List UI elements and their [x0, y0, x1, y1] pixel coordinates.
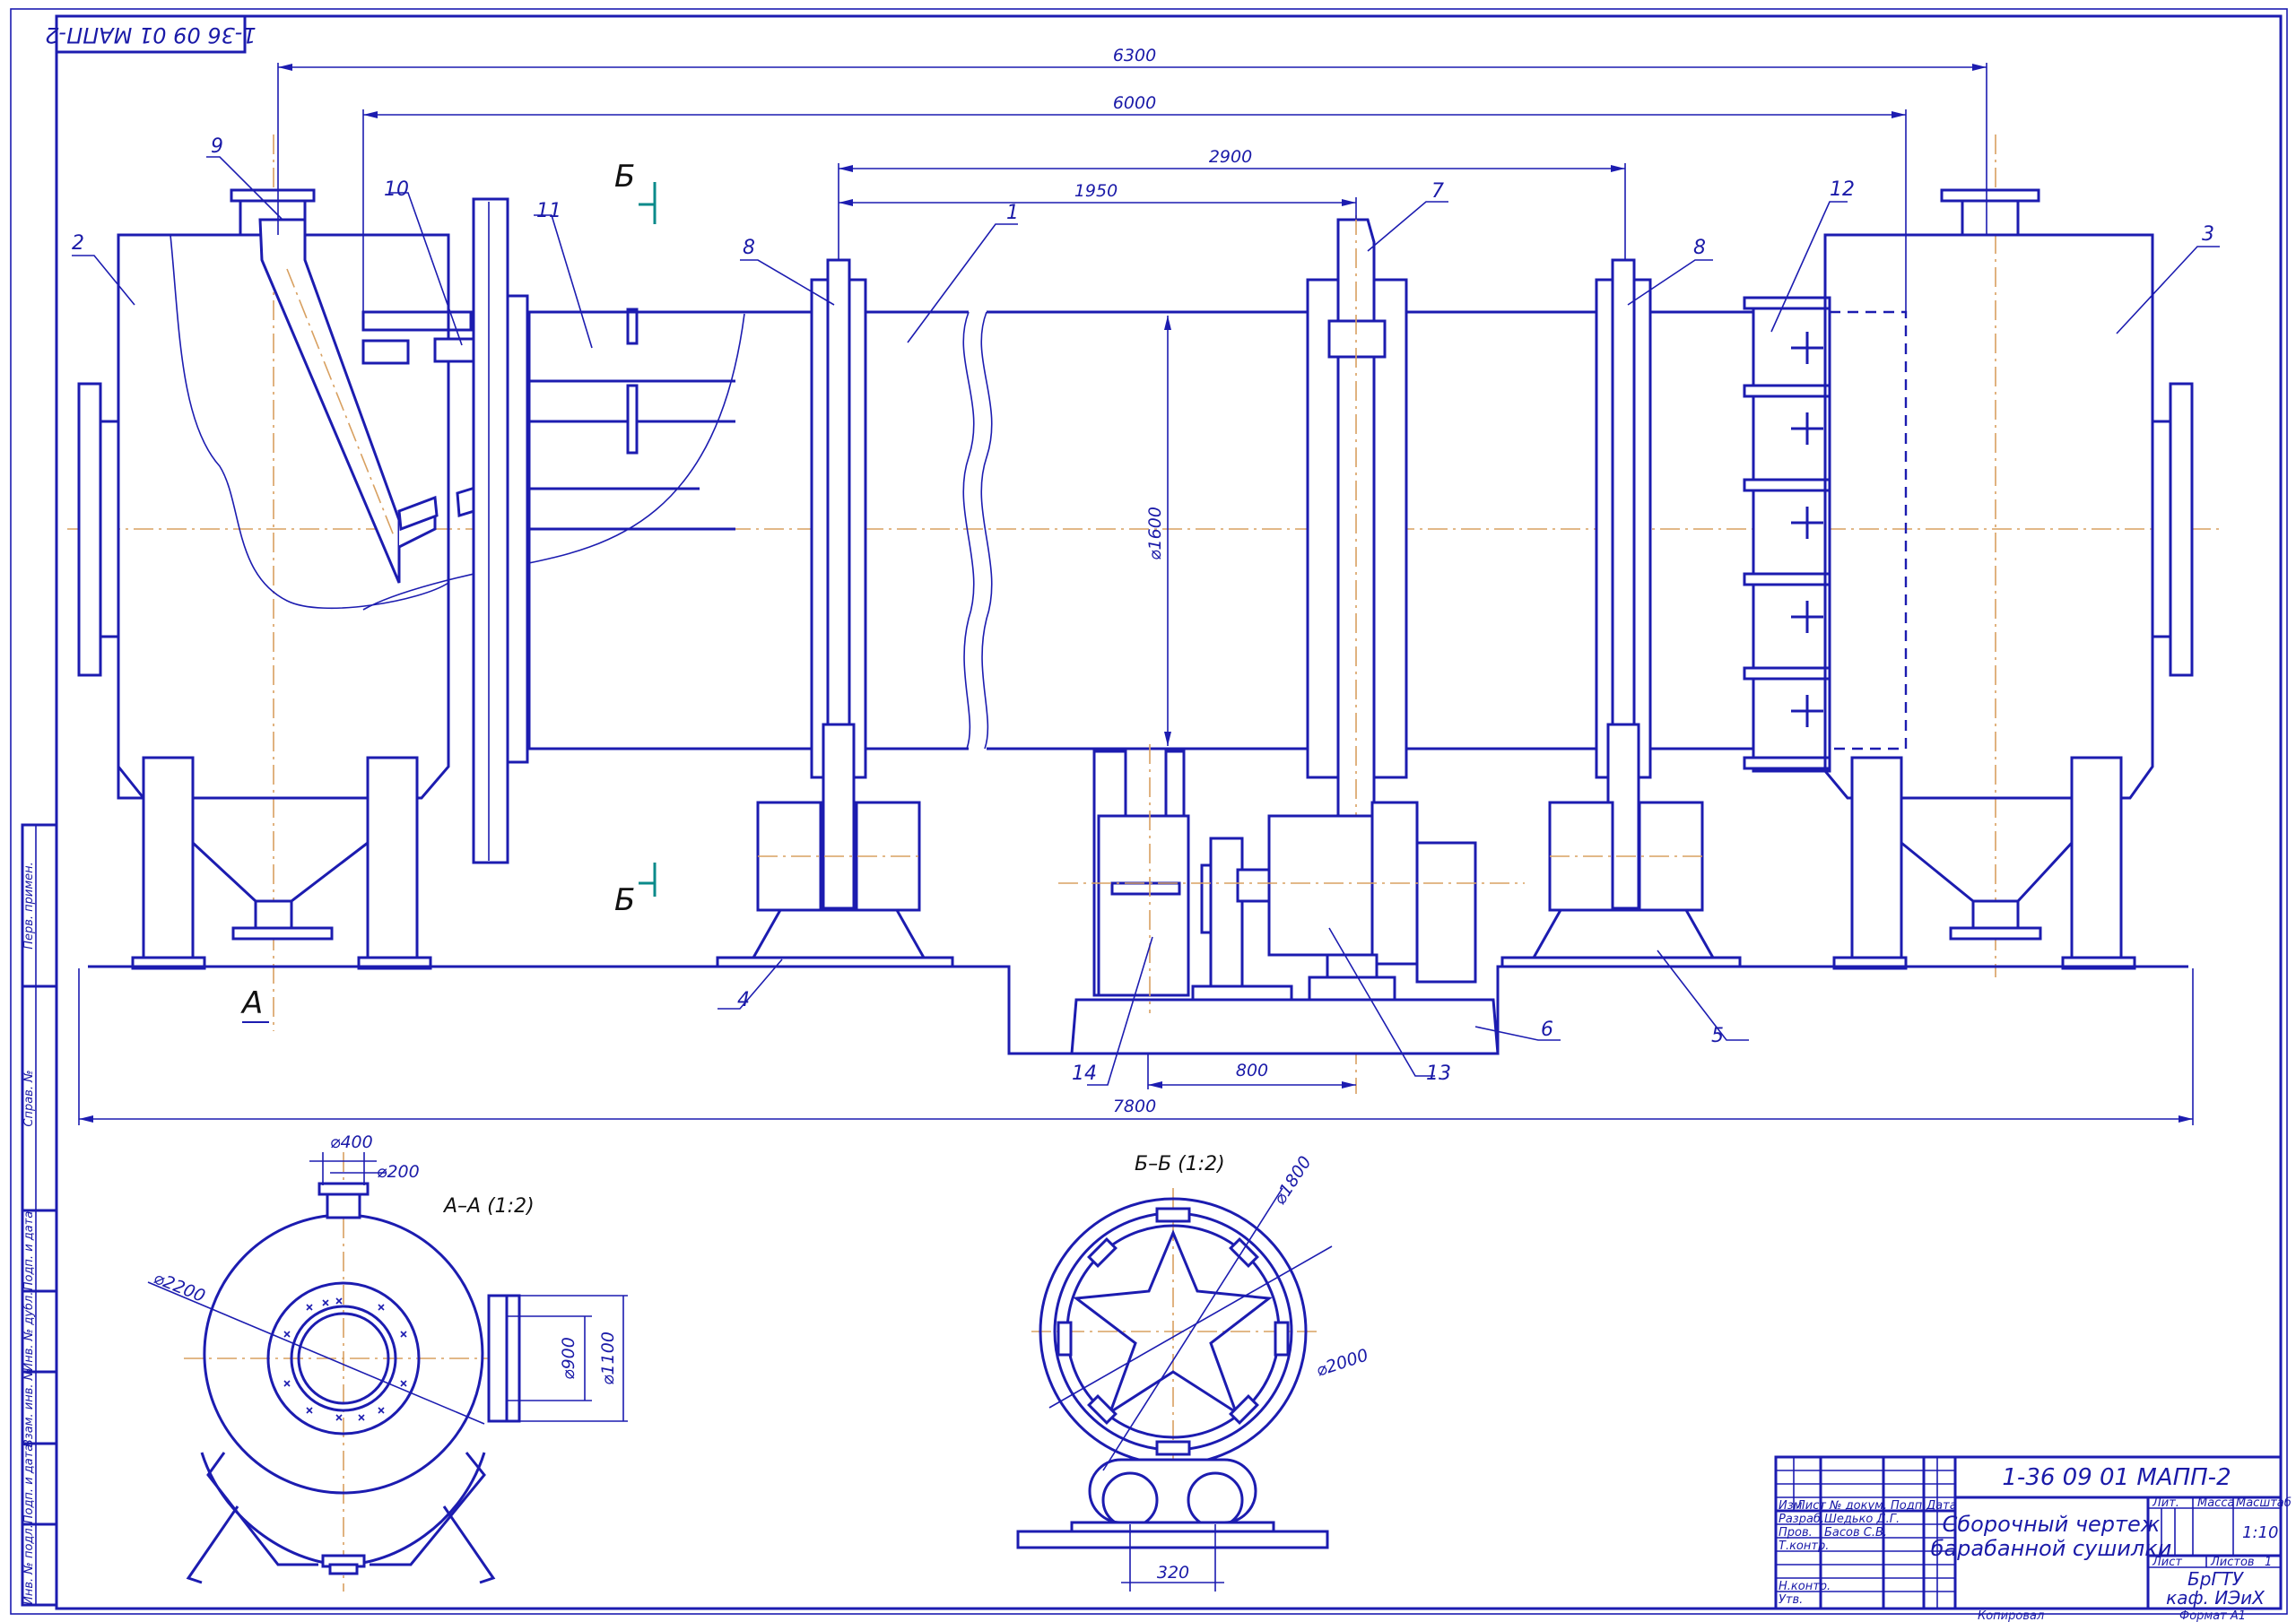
pos-8-left: 8 — [743, 237, 755, 259]
dim-2900: 2900 — [1209, 147, 1252, 167]
tb-prov: Пров. — [1779, 1526, 1813, 1540]
pos-9: 9 — [211, 135, 223, 158]
side-podp-data-1: Подп. и дата — [22, 1211, 36, 1291]
section-mark-a: А — [240, 985, 263, 1021]
side-inv-podl: Инв. № подл. — [22, 1524, 36, 1605]
discharge-chamber — [1743, 188, 2194, 970]
tb-tkontr: Т.контр. — [1779, 1540, 1829, 1553]
side-inv-dubl: Инв. № дубл. — [22, 1292, 36, 1372]
dim-6300: 6300 — [1113, 46, 1156, 65]
tb-listov-value: 1 — [2265, 1556, 2272, 1569]
pos-12: 12 — [1830, 178, 1855, 201]
top-stamp-designation: 1-36 09 01 МАПП-2 — [45, 22, 257, 48]
tb-nkontr: Н.контр. — [1779, 1580, 1831, 1593]
section-mark-b-bottom: Б — [614, 882, 635, 918]
pos-2: 2 — [72, 232, 84, 255]
tb-h-listov: Листов — [2210, 1556, 2255, 1569]
tb-designation: 1-36 09 01 МАПП-2 — [2002, 1464, 2231, 1491]
tb-razrab: Разраб. — [1779, 1513, 1824, 1526]
pos-5: 5 — [1711, 1025, 1724, 1047]
section-title-b-b: Б–Б (1:2) — [1135, 1153, 1225, 1175]
dim-d200: ⌀200 — [377, 1162, 420, 1182]
tb-kopiroval: Копировал — [1978, 1609, 2044, 1622]
pos-1: 1 — [1006, 202, 1019, 224]
loading-chamber — [77, 188, 450, 970]
top-stamp: 1-36 09 01 МАПП-2 — [45, 14, 257, 54]
dim-d2200: ⌀2200 — [151, 1268, 208, 1306]
assembly-drawing-sheet: 1-36 09 01 МАПП-2 Перв. примен. Справ. №… — [10, 8, 2292, 1622]
section-mark-b-top: Б — [614, 159, 635, 195]
side-strip: Перв. примен. Справ. № Подп. и дата Инв.… — [21, 823, 58, 1607]
dim-d1600: ⌀1600 — [1145, 507, 1165, 560]
tb-h-data: Дата — [1926, 1499, 1957, 1513]
tb-h-podp: Подп. — [1891, 1499, 1926, 1513]
pos-14: 14 — [1072, 1063, 1097, 1085]
tb-razrab-name: Шедько Д.Г. — [1824, 1513, 1900, 1526]
tb-org-line2: каф. ИЭиХ — [2166, 1587, 2266, 1609]
drum-flange — [472, 197, 529, 864]
dim-d1800: ⌀1800 — [1270, 1153, 1316, 1209]
pos-3: 3 — [2202, 223, 2214, 246]
pos-7: 7 — [1431, 180, 1444, 203]
dim-800: 800 — [1236, 1061, 1268, 1080]
tb-format: Формат А1 — [2179, 1609, 2246, 1622]
dim-d900: ⌀900 — [559, 1337, 578, 1380]
tb-prov-name: Басов С.В. — [1824, 1526, 1887, 1540]
dim-d2000: ⌀2000 — [1314, 1345, 1371, 1380]
side-vzam-inv: Взам. инв. № — [22, 1368, 36, 1447]
tb-title-line1: Сборочный чертеж — [1943, 1512, 2161, 1537]
dim-320: 320 — [1157, 1563, 1189, 1583]
section-a-a-view — [147, 1152, 628, 1592]
drive-unit — [1058, 744, 1525, 1055]
main-view: 6300 6000 2900 1950 ⌀1600 800 7800 1 2 3… — [67, 46, 2224, 1125]
pos-8-right: 8 — [1693, 237, 1706, 259]
dim-d400: ⌀400 — [330, 1132, 373, 1152]
tb-h-list: Лист — [1796, 1499, 1826, 1513]
pos-10: 10 — [384, 178, 409, 201]
dim-1950: 1950 — [1074, 181, 1118, 201]
dim-d1100: ⌀1100 — [598, 1331, 618, 1385]
tb-h-masshtab: Масштаб — [2236, 1496, 2292, 1510]
tb-masshtab-value: 1:10 — [2242, 1523, 2278, 1542]
pos-4: 4 — [737, 989, 750, 1011]
side-sprav-no: Справ. № — [22, 1070, 36, 1126]
dim-7800: 7800 — [1113, 1097, 1156, 1116]
pos-13: 13 — [1426, 1063, 1451, 1085]
tb-h-ndokum: № докум. — [1829, 1499, 1887, 1513]
tb-h-massa: Масса — [2197, 1496, 2234, 1510]
pos-11: 11 — [536, 200, 561, 222]
tb-h-lit: Лит. — [2152, 1496, 2179, 1510]
dim-6000: 6000 — [1113, 93, 1156, 113]
pos-6: 6 — [1541, 1019, 1553, 1041]
section-title-a-a: А–А (1:2) — [442, 1195, 535, 1218]
tb-title-line2: барабанной сушилки — [1931, 1536, 2172, 1561]
tb-h-list2: Лист — [2152, 1556, 2182, 1569]
side-podp-data-2: Подп. и дата — [22, 1444, 36, 1524]
section-b-b-view — [1016, 1187, 1333, 1592]
outer-frame — [10, 8, 2288, 1615]
side-perv-primen: Перв. примен. — [22, 862, 36, 950]
tb-utv: Утв. — [1779, 1593, 1803, 1607]
